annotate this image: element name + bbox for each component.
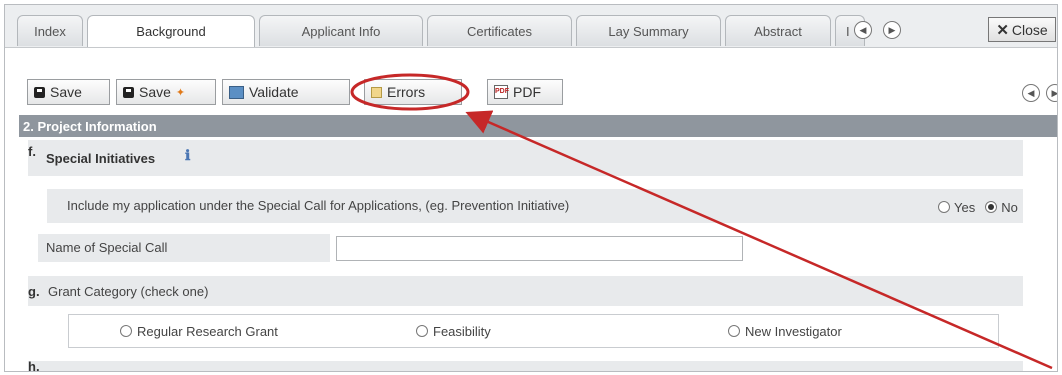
special-call-name-label: Name of Special Call	[46, 240, 168, 255]
validate-label: Validate	[249, 84, 299, 100]
tab-certificates[interactable]: Certificates	[427, 15, 572, 46]
tab-label: Index	[34, 23, 66, 39]
special-call-question: Include my application under the Special…	[67, 198, 570, 213]
item-letter-h: h.	[28, 359, 40, 372]
toolbar-scroll-left-icon[interactable]: ◀	[1022, 84, 1040, 102]
validate-icon	[229, 85, 244, 99]
grant-category-title: Grant Category (check one)	[48, 284, 209, 299]
save-icon	[34, 86, 45, 98]
tab-lay-summary[interactable]: Lay Summary	[576, 15, 721, 46]
yes-radio[interactable]	[938, 201, 950, 213]
grant-option-label: New Investigator	[745, 323, 842, 339]
application-window: Index Background Applicant Info Certific…	[4, 4, 1058, 372]
info-icon[interactable]: ℹ	[185, 147, 199, 163]
save-button[interactable]: Save	[27, 79, 110, 105]
no-label: No	[1001, 199, 1018, 215]
validate-button[interactable]: Validate	[222, 79, 350, 105]
grant-option-regular[interactable]: Regular Research Grant	[120, 322, 278, 340]
tab-label: I	[846, 23, 850, 39]
save-continue-button[interactable]: Save ✦	[116, 79, 216, 105]
special-call-name-input[interactable]	[336, 236, 743, 261]
special-initiatives-row: f. Special Initiatives ℹ	[28, 140, 1023, 176]
yes-no-group: Yes No	[938, 198, 1018, 216]
section-header: 2. Project Information	[19, 115, 1057, 137]
grant-radio[interactable]	[728, 325, 740, 337]
tab-abstract[interactable]: Abstract	[725, 15, 831, 46]
special-call-question-row: Include my application under the Special…	[47, 189, 1023, 223]
tab-applicant-info[interactable]: Applicant Info	[259, 15, 423, 46]
tab-label: Background	[136, 24, 206, 39]
continue-icon: ✦	[175, 86, 186, 99]
tab-index[interactable]: Index	[17, 15, 83, 46]
tab-label: Certificates	[466, 23, 533, 39]
close-icon: ✕	[996, 21, 1009, 39]
grant-option-new-investigator[interactable]: New Investigator	[728, 322, 842, 340]
errors-label: Errors	[387, 84, 426, 100]
save-continue-label: Save	[139, 84, 171, 100]
section-title: 2. Project Information	[23, 118, 157, 134]
save-icon	[123, 86, 134, 98]
grant-option-label: Feasibility	[433, 323, 491, 339]
toolbar-scroll-right-icon[interactable]: ▶	[1046, 84, 1057, 102]
errors-icon	[371, 86, 382, 98]
grant-radio[interactable]	[120, 325, 132, 337]
special-call-name-label-cell: Name of Special Call	[38, 234, 330, 262]
grant-category-row: g. Grant Category (check one)	[28, 276, 1023, 306]
grant-radio[interactable]	[416, 325, 428, 337]
item-letter-g: g.	[28, 284, 40, 299]
tab-background[interactable]: Background	[87, 15, 255, 47]
close-button[interactable]: ✕ Close	[988, 17, 1056, 42]
grant-option-feasibility[interactable]: Feasibility	[416, 322, 491, 340]
save-label: Save	[50, 84, 82, 100]
yes-label: Yes	[954, 199, 976, 215]
special-initiatives-title: Special Initiatives	[46, 151, 156, 166]
tab-label: Abstract	[754, 23, 802, 39]
pdf-label: PDF	[513, 84, 541, 100]
tab-label: Lay Summary	[608, 23, 689, 39]
tabs-scroll-right-icon[interactable]: ▶	[883, 21, 901, 39]
errors-button[interactable]: Errors	[364, 79, 462, 105]
item-letter-f: f.	[28, 144, 36, 159]
pdf-button[interactable]: PDF PDF	[487, 79, 563, 105]
tab-bar: Index Background Applicant Info Certific…	[5, 5, 1057, 48]
tabs-scroll-left-icon[interactable]: ◀	[854, 21, 872, 39]
no-radio[interactable]	[985, 201, 998, 213]
tab-label: Applicant Info	[301, 23, 381, 39]
next-item-row: h.	[28, 359, 1023, 372]
close-label: Close	[1011, 21, 1048, 38]
pdf-icon: PDF	[494, 85, 509, 99]
grant-option-label: Regular Research Grant	[137, 323, 278, 339]
